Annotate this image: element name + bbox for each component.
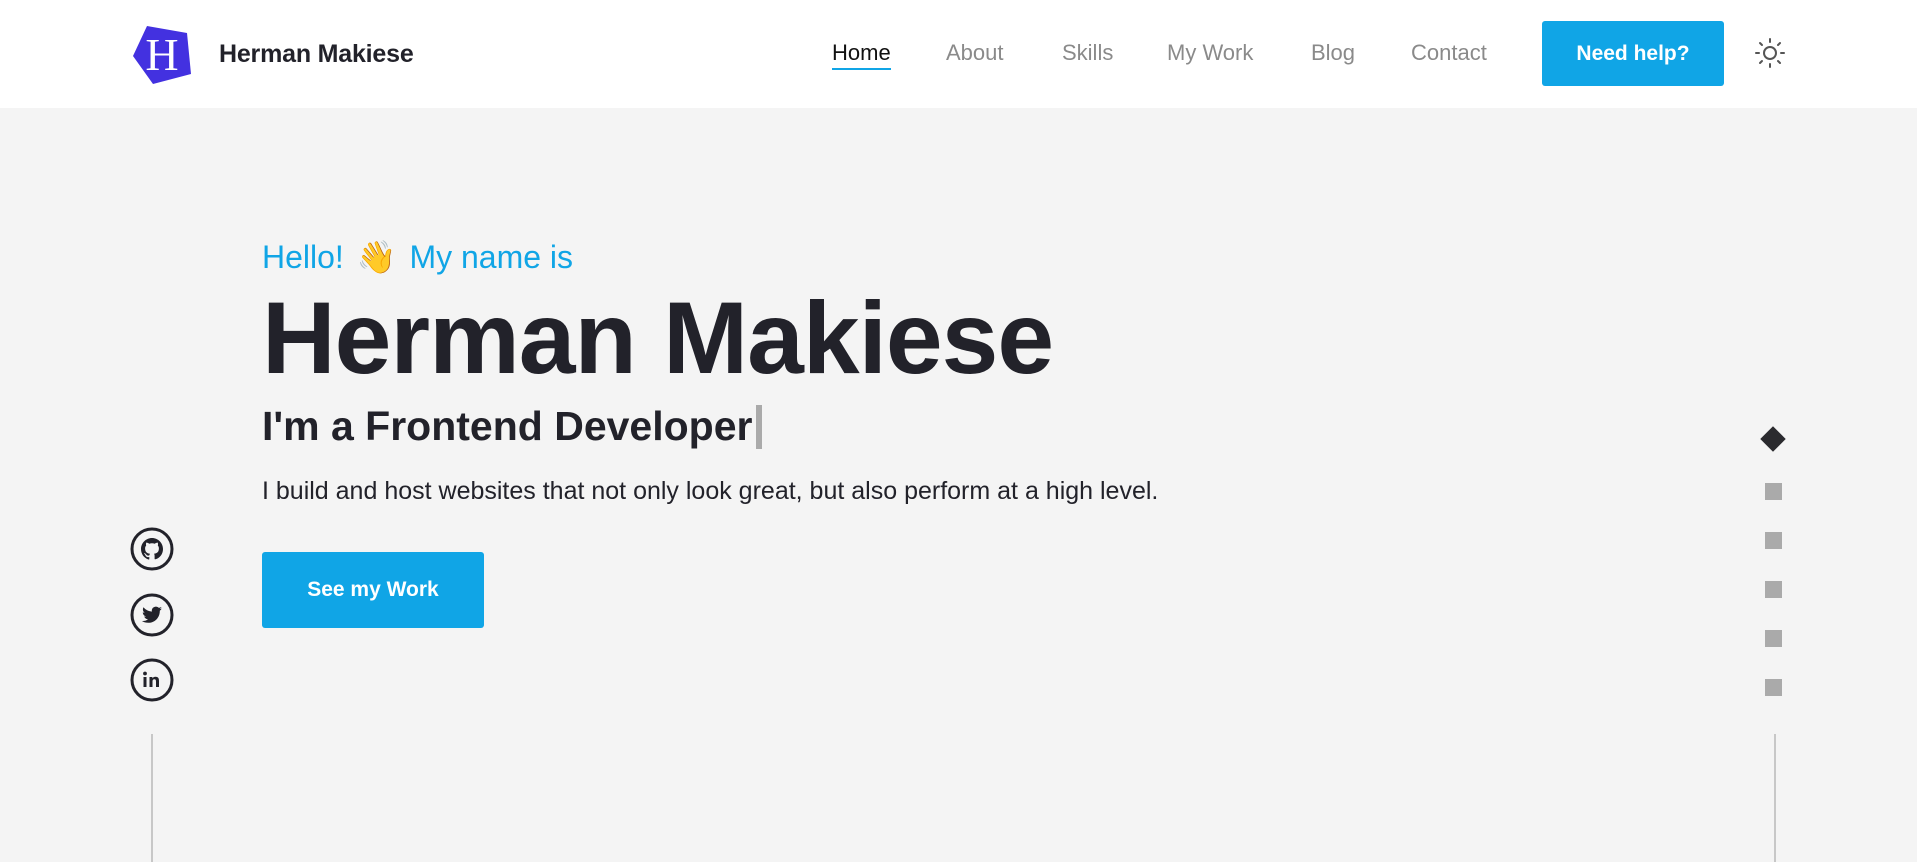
nav-link-blog[interactable]: Blog (1311, 40, 1355, 66)
brand-name[interactable]: Herman Makiese (219, 40, 414, 69)
hero-name: Herman Makiese (262, 281, 1054, 395)
section-dot-4[interactable] (1764, 581, 1782, 598)
section-dot-3[interactable] (1764, 532, 1782, 549)
section-dot-5[interactable] (1764, 630, 1782, 647)
hero-tagline: I build and host websites that not only … (262, 477, 1159, 505)
logo-letter: H (145, 29, 178, 80)
greeting-name-intro: My name is (409, 239, 574, 275)
hero-greeting: Hello! 👋 My name is (262, 238, 573, 276)
section-dot-2[interactable] (1764, 483, 1782, 500)
nav-link-skills[interactable]: Skills (1062, 40, 1113, 66)
greeting-hello: Hello! (262, 239, 344, 275)
nav-link-home[interactable]: Home (832, 40, 891, 70)
github-icon[interactable] (130, 527, 174, 571)
hero-role: I'm a Frontend Developer (262, 403, 763, 450)
section-dots-divider-line (1774, 734, 1776, 862)
need-help-button[interactable]: Need help? (1542, 21, 1724, 86)
site-header: H Herman Makiese Home About Skills My Wo… (0, 0, 1917, 108)
waving-hand-icon: 👋 (356, 239, 397, 275)
see-my-work-button[interactable]: See my Work (262, 552, 484, 628)
logo-icon[interactable]: H (133, 24, 191, 84)
section-dot-6[interactable] (1764, 679, 1782, 696)
typing-cursor (756, 404, 763, 449)
section-dot-1[interactable] (1760, 426, 1786, 452)
role-text: I'm a Frontend Developer (262, 403, 753, 449)
nav-link-contact[interactable]: Contact (1411, 40, 1487, 66)
nav-link-my-work[interactable]: My Work (1167, 40, 1253, 66)
linkedin-icon[interactable] (130, 658, 174, 702)
twitter-icon[interactable] (130, 593, 174, 637)
nav-link-about[interactable]: About (946, 40, 1004, 66)
sun-icon[interactable] (1755, 38, 1785, 68)
social-divider-line (151, 734, 153, 862)
